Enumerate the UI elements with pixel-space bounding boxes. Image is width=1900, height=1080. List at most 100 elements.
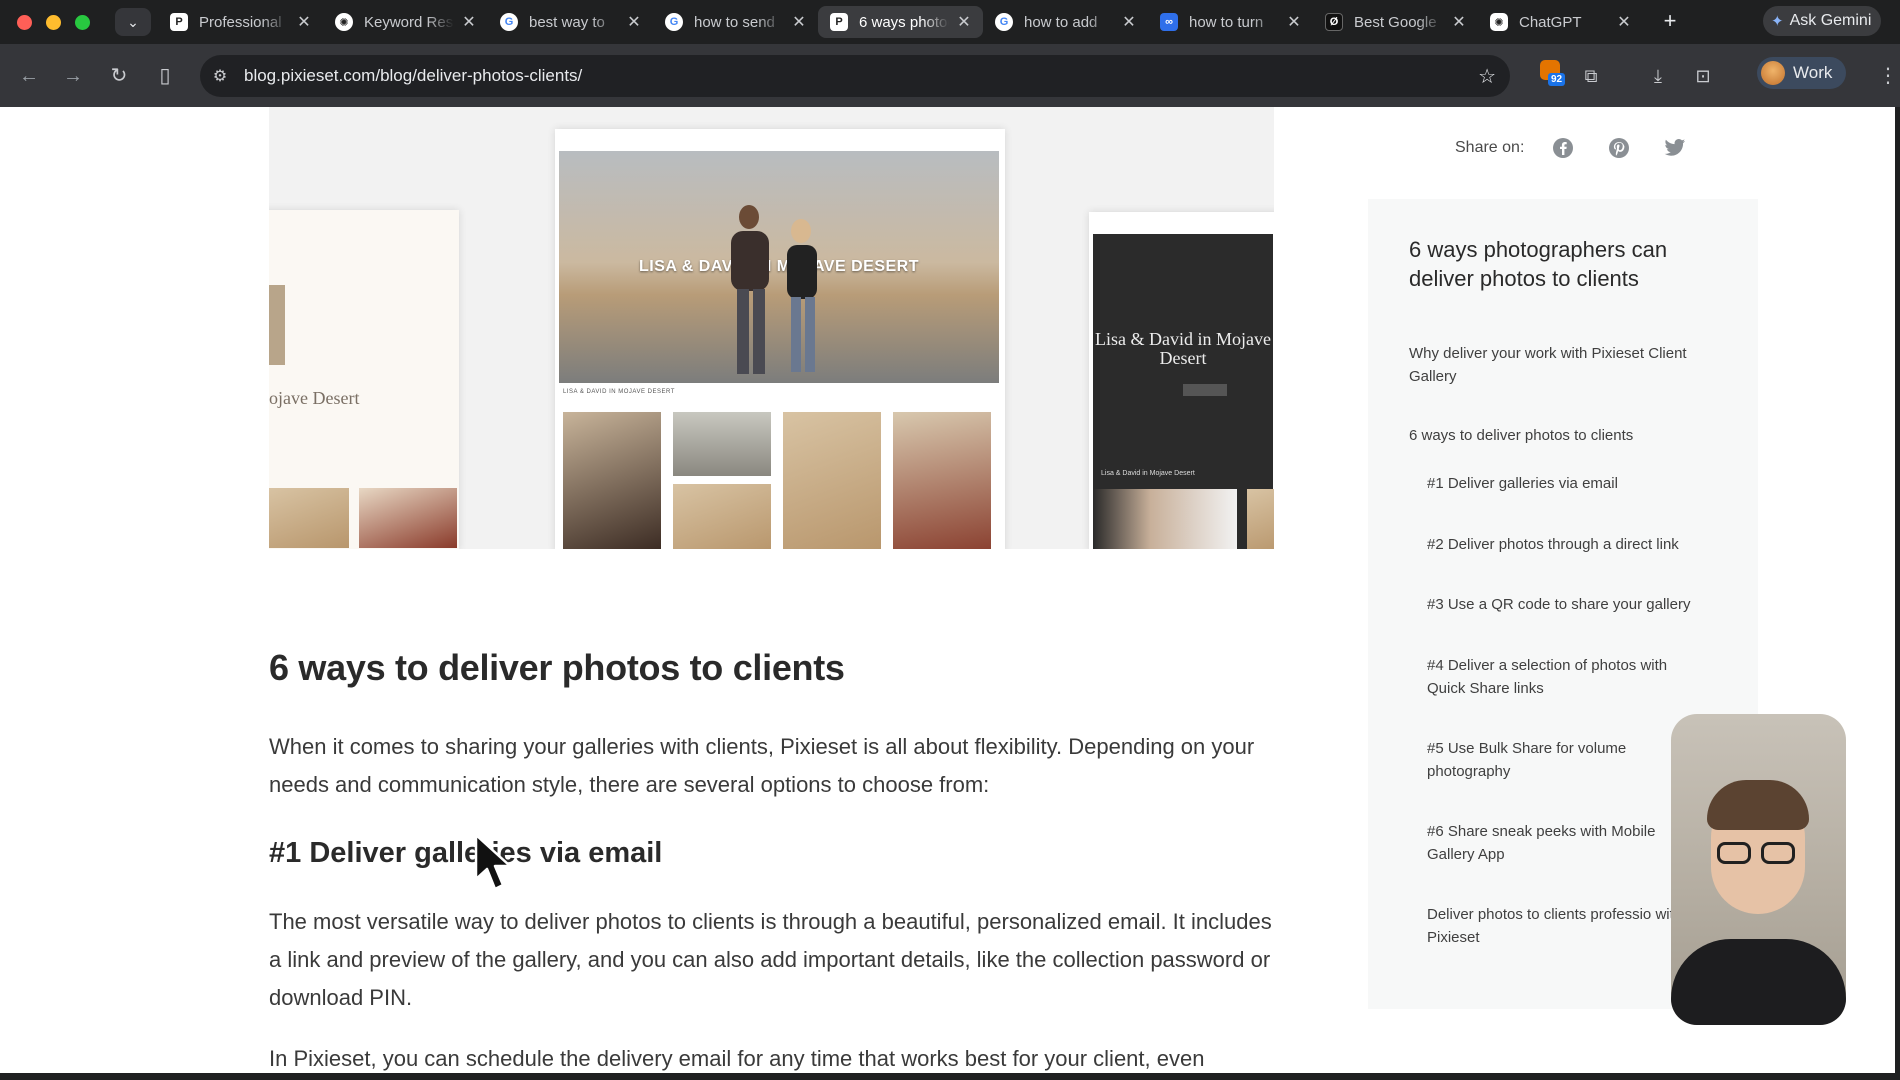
screenshot-icon[interactable]: ⊡: [1690, 63, 1716, 89]
blue-app-icon: ∞: [1160, 13, 1178, 31]
minimize-window-button[interactable]: [46, 15, 61, 30]
tab-title: how to add: [1024, 13, 1098, 31]
close-tab-icon[interactable]: ✕: [790, 12, 808, 32]
browser-toolbar: ← → ↻ ▯ ⚙ blog.pixieset.com/blog/deliver…: [0, 44, 1900, 107]
forward-button[interactable]: →: [60, 63, 86, 89]
facebook-icon[interactable]: [1552, 137, 1574, 159]
tab-title: 6 ways photographers: [859, 13, 949, 31]
reload-icon: ↻: [110, 65, 128, 87]
gallery-caption: LISA & DAVID IN MOJAVE DESERT: [563, 389, 675, 395]
webcam-hair: [1707, 780, 1809, 830]
profile-label: Work: [1793, 63, 1833, 82]
download-icon[interactable]: ⤓: [1645, 63, 1671, 89]
close-tab-icon[interactable]: ✕: [460, 12, 478, 32]
toc-item[interactable]: #6 Share sneak peeks with Mobile Gallery…: [1427, 820, 1697, 866]
maximize-window-button[interactable]: [75, 15, 90, 30]
url-text[interactable]: blog.pixieset.com/blog/deliver-photos-cl…: [244, 66, 582, 86]
bookmark-star-icon[interactable]: ☆: [1478, 64, 1496, 89]
tab-how-to-turn[interactable]: ∞ how to turn ✕: [1148, 6, 1313, 38]
share-bar: Share on:: [1455, 137, 1720, 159]
address-bar[interactable]: ⚙ blog.pixieset.com/blog/deliver-photos-…: [200, 55, 1510, 97]
more-menu-icon[interactable]: ⋮: [1878, 63, 1898, 88]
close-tab-icon[interactable]: ✕: [955, 12, 973, 32]
pixieset-icon: P: [830, 13, 848, 31]
photo-thumb: [359, 488, 457, 548]
close-tab-icon[interactable]: ✕: [1450, 12, 1468, 32]
toc-item[interactable]: Deliver photos to clients professio with…: [1427, 903, 1697, 949]
google-icon: G: [665, 13, 683, 31]
photo-thumb: [269, 285, 285, 365]
toc-item[interactable]: Why deliver your work with Pixieset Clie…: [1409, 342, 1729, 388]
gallery-mockup-right: Lisa & David in Mojave Desert Lisa & Dav…: [1089, 212, 1274, 549]
toc-item[interactable]: 6 ways to deliver photos to clients: [1409, 424, 1729, 447]
tab-title: how to send: [694, 13, 775, 31]
pinterest-icon[interactable]: [1608, 137, 1630, 159]
gemini-sparkle-icon: ✦: [1771, 13, 1784, 30]
tab-title: how to turn: [1189, 13, 1264, 31]
gallery-mockup-left: ojave Desert: [269, 210, 459, 549]
subsection-heading: #1 Deliver galleries via email: [269, 837, 663, 869]
close-tab-icon[interactable]: ✕: [1285, 12, 1303, 32]
webcam-overlay: [1671, 714, 1846, 1025]
hero-image: ojave Desert LISA & DAVID IN MOJAVE DESE…: [269, 107, 1274, 549]
mockup-caption: Lisa & David in Mojave Desert: [1101, 470, 1195, 477]
tab-strip: P Professional ✕ ✺ Keyword Research ✕ G …: [158, 6, 1643, 38]
photo-thumb: [563, 412, 661, 549]
google-icon: G: [995, 13, 1013, 31]
tab-chatgpt[interactable]: ✺ ChatGPT ✕: [1478, 6, 1643, 38]
mouse-cursor-icon: [474, 833, 512, 891]
arrow-right-icon: →: [63, 65, 83, 87]
toc-item[interactable]: #2 Deliver photos through a direct link: [1427, 533, 1727, 556]
chatgpt-icon: ✺: [1490, 13, 1508, 31]
window-bottom-edge: [0, 1073, 1900, 1080]
notion-icon: Ø: [1325, 13, 1343, 31]
tab-google-how-to-add[interactable]: G how to add ✕: [983, 6, 1148, 38]
reading-mode-button[interactable]: ▯: [152, 63, 178, 89]
view-gallery-button: [1183, 384, 1227, 396]
toc-item[interactable]: #3 Use a QR code to share your gallery: [1427, 593, 1727, 616]
photo-thumb: [673, 412, 771, 476]
close-tab-icon[interactable]: ✕: [1120, 12, 1138, 32]
extension-button[interactable]: 92: [1540, 60, 1568, 88]
tab-bar: ⌄ P Professional ✕ ✺ Keyword Research ✕ …: [0, 0, 1900, 44]
toc-item[interactable]: #5 Use Bulk Share for volume photography: [1427, 737, 1647, 783]
body-paragraph: The most versatile way to deliver photos…: [269, 909, 1272, 1010]
tab-active-6-ways[interactable]: P 6 ways photographers ✕: [818, 6, 983, 38]
gallery-mockup-center: LISA & DAVID IN MOJAVE DESERT LISA & DAV…: [555, 129, 1005, 549]
close-tab-icon[interactable]: ✕: [625, 12, 643, 32]
tab-title: Professional: [199, 13, 282, 31]
webcam-person: [1671, 939, 1846, 1025]
tab-google-how-to-send[interactable]: G how to send ✕: [653, 6, 818, 38]
tab-title: Keyword Research: [364, 13, 454, 31]
toc-title: 6 ways photographers can deliver photos …: [1409, 237, 1668, 291]
tab-search-button[interactable]: ⌄: [115, 8, 151, 36]
photo-thumb: [673, 484, 771, 549]
site-info-icon[interactable]: ⚙: [200, 66, 240, 86]
toc-item[interactable]: #1 Deliver galleries via email: [1427, 472, 1727, 495]
tab-pixieset-professional[interactable]: P Professional ✕: [158, 6, 323, 38]
chevron-down-icon: ⌄: [127, 13, 139, 30]
close-tab-icon[interactable]: ✕: [1615, 12, 1633, 32]
new-tab-button[interactable]: +: [1655, 6, 1685, 36]
google-icon: G: [500, 13, 518, 31]
reload-button[interactable]: ↻: [106, 63, 132, 89]
cover-photo: LISA & DAVID IN MOJAVE DESERT: [559, 151, 999, 383]
extensions-puzzle-icon[interactable]: ⧉: [1578, 63, 1604, 89]
profile-button[interactable]: Work: [1757, 57, 1847, 89]
webcam-glasses: [1717, 842, 1799, 864]
close-window-button[interactable]: [17, 15, 32, 30]
couple-silhouette: [731, 205, 817, 374]
ask-gemini-button[interactable]: ✦ Ask Gemini: [1763, 6, 1882, 36]
photo-thumb: [893, 412, 991, 549]
arrow-left-icon: ←: [19, 65, 39, 87]
pixieset-icon: P: [170, 13, 188, 31]
tab-best-google[interactable]: Ø Best Google ✕: [1313, 6, 1478, 38]
tab-google-best-way[interactable]: G best way to ✕: [488, 6, 653, 38]
tab-title: ChatGPT: [1519, 13, 1582, 31]
twitter-icon[interactable]: [1664, 137, 1686, 159]
toc-item[interactable]: #4 Deliver a selection of photos with Qu…: [1427, 654, 1707, 700]
back-button[interactable]: ←: [16, 63, 42, 89]
tab-keyword-research[interactable]: ✺ Keyword Research ✕: [323, 6, 488, 38]
close-tab-icon[interactable]: ✕: [295, 12, 313, 32]
body-paragraph: In Pixieset, you can schedule the delive…: [269, 1046, 1205, 1071]
